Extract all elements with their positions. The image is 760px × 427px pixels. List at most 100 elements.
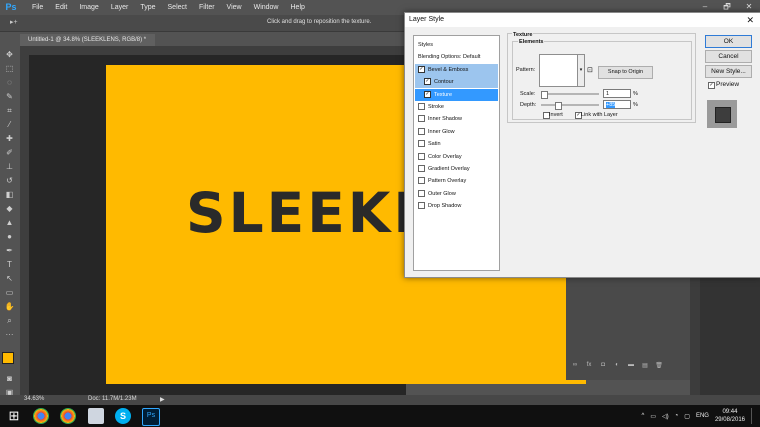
pen-tool-icon[interactable]: ✒ (3, 246, 16, 256)
dodge-tool-icon[interactable]: ● (3, 232, 16, 242)
style-item-color-overlay[interactable]: Color Overlay (415, 151, 498, 163)
history-brush-icon[interactable]: ↺ (3, 176, 16, 186)
style-checkbox[interactable]: ✓ (424, 90, 431, 98)
style-checkbox[interactable]: ✓ (418, 65, 425, 73)
pattern-swatch[interactable] (539, 54, 579, 87)
style-item-blending-options-default[interactable]: Blending Options: Default (415, 51, 501, 63)
dialog-titlebar[interactable]: Layer Style (405, 13, 760, 27)
style-checkbox[interactable] (418, 202, 425, 210)
menu-window[interactable]: Window (248, 4, 285, 11)
snap-to-origin-button[interactable]: Snap to Origin (598, 66, 653, 79)
lasso-tool-icon[interactable]: ◌ (3, 78, 16, 88)
menu-select[interactable]: Select (162, 4, 193, 11)
depth-slider-thumb[interactable] (555, 102, 562, 110)
shape-tool-icon[interactable]: ▭ (3, 288, 16, 298)
calculator-icon[interactable] (88, 408, 104, 424)
quick-mask-icon[interactable]: ◙ (3, 374, 16, 384)
zoom-tool-icon[interactable]: ⌕ (3, 316, 16, 326)
depth-input[interactable]: +85 (603, 100, 631, 109)
move-tool-icon[interactable]: ▸+ (10, 18, 18, 26)
menu-view[interactable]: View (221, 4, 248, 11)
chrome-icon[interactable] (33, 408, 49, 424)
marquee-tool-icon[interactable]: ⬚ (3, 64, 16, 74)
type-tool-icon[interactable]: T (3, 260, 16, 270)
chrome-icon-2[interactable] (60, 408, 76, 424)
style-checkbox[interactable] (418, 103, 425, 111)
menu-help[interactable]: Help (285, 4, 311, 11)
style-checkbox[interactable] (418, 127, 425, 135)
menu-edit[interactable]: Edit (49, 4, 73, 11)
language-indicator[interactable]: ENG (696, 413, 709, 419)
style-item-gradient-overlay[interactable]: Gradient Overlay (415, 163, 498, 175)
style-checkbox[interactable] (418, 165, 425, 173)
status-arrow-icon[interactable]: ▶ (160, 396, 165, 403)
healing-brush-icon[interactable]: ✚ (3, 134, 16, 144)
style-checkbox[interactable] (418, 189, 425, 197)
brush-tool-icon[interactable]: ✐ (3, 148, 16, 158)
path-select-icon[interactable]: ↖ (3, 274, 16, 284)
menu-file[interactable]: File (26, 4, 49, 11)
skype-icon[interactable]: S (115, 408, 131, 424)
style-checkbox[interactable] (418, 152, 425, 160)
style-checkbox[interactable] (418, 115, 425, 123)
show-desktop-button[interactable] (751, 408, 756, 424)
zoom-level[interactable]: 34.63% (24, 396, 44, 402)
style-checkbox[interactable] (418, 140, 425, 148)
mask-icon[interactable]: ◘ (598, 362, 608, 370)
new-style-button[interactable]: New Style... (705, 65, 752, 78)
style-item-texture[interactable]: ✓ Texture (415, 88, 498, 101)
clock[interactable]: 09:44 29/08/2016 (715, 408, 745, 424)
menu-filter[interactable]: Filter (193, 4, 221, 11)
depth-slider[interactable] (541, 104, 599, 106)
wifi-icon[interactable]: ◔ (675, 413, 679, 419)
menu-image[interactable]: Image (73, 4, 104, 11)
style-item-drop-shadow[interactable]: Drop Shadow (415, 200, 498, 212)
menu-type[interactable]: Type (134, 4, 161, 11)
canvas-text-layer[interactable]: SLEEKLENS (186, 186, 406, 241)
tray-expand-icon[interactable]: ^ (642, 413, 645, 419)
trash-icon[interactable]: 🗑 (654, 362, 664, 370)
style-item-contour[interactable]: ✓ Contour (415, 76, 498, 89)
ok-button[interactable]: OK (705, 35, 752, 48)
menu-layer[interactable]: Layer (105, 4, 135, 11)
style-item-pattern-overlay[interactable]: Pattern Overlay (415, 175, 498, 187)
crop-tool-icon[interactable]: ⌗ (3, 106, 16, 116)
eraser-tool-icon[interactable]: ◧ (3, 190, 16, 200)
quick-select-icon[interactable]: ✎ (3, 92, 16, 102)
adjustment-icon[interactable]: ◐ (612, 362, 622, 370)
eyedropper-icon[interactable]: ⁄ (3, 120, 16, 130)
cancel-button[interactable]: Cancel (705, 50, 752, 63)
group-icon[interactable]: ▬ (626, 362, 636, 370)
new-preset-icon[interactable]: ⊡ (587, 66, 593, 74)
battery-icon[interactable]: ▭ (650, 413, 656, 420)
paint-bucket-icon[interactable]: ◆ (3, 204, 16, 214)
notification-icon[interactable]: ▢ (684, 413, 690, 420)
photoshop-taskbar-icon[interactable]: Ps (142, 408, 160, 426)
style-item-satin[interactable]: Satin (415, 138, 498, 150)
clone-stamp-icon[interactable]: ⊥ (3, 162, 16, 172)
pattern-dropdown-icon[interactable]: ▾ (577, 54, 585, 87)
style-item-stroke[interactable]: Stroke (415, 101, 498, 113)
scale-slider-thumb[interactable] (541, 91, 548, 99)
close-icon[interactable]: ✕ (746, 13, 754, 27)
style-item-outer-glow[interactable]: Outer Glow (415, 188, 498, 200)
fx-icon[interactable]: fx (584, 362, 594, 370)
hand-tool-icon[interactable]: ✋ (3, 302, 16, 312)
new-layer-icon[interactable]: ▤ (640, 362, 650, 370)
style-item-styles[interactable]: Styles (415, 39, 501, 51)
style-item-inner-glow[interactable]: Inner Glow (415, 126, 498, 138)
scale-input[interactable]: 1 (603, 89, 631, 98)
style-checkbox[interactable]: ✓ (424, 78, 431, 86)
volume-icon[interactable]: ◁) (662, 413, 669, 420)
style-checkbox[interactable] (418, 177, 425, 185)
windows-start-icon[interactable]: ⊞ (6, 408, 22, 424)
scale-slider[interactable] (541, 93, 599, 95)
preview-checkbox[interactable]: ✓ (708, 82, 715, 89)
extras-icon[interactable]: ··· (3, 330, 16, 340)
move-tool-icon[interactable]: ✥ (3, 50, 16, 60)
document-tab[interactable]: Untitled-1 @ 34.8% (SLEEKLENS, RGB/8) * … (20, 34, 155, 55)
foreground-color-swatch[interactable] (2, 352, 14, 364)
style-item-inner-shadow[interactable]: Inner Shadow (415, 113, 498, 125)
style-item-bevel-emboss[interactable]: ✓ Bevel & Emboss (415, 63, 498, 76)
link-layers-icon[interactable]: ∞ (570, 362, 580, 370)
